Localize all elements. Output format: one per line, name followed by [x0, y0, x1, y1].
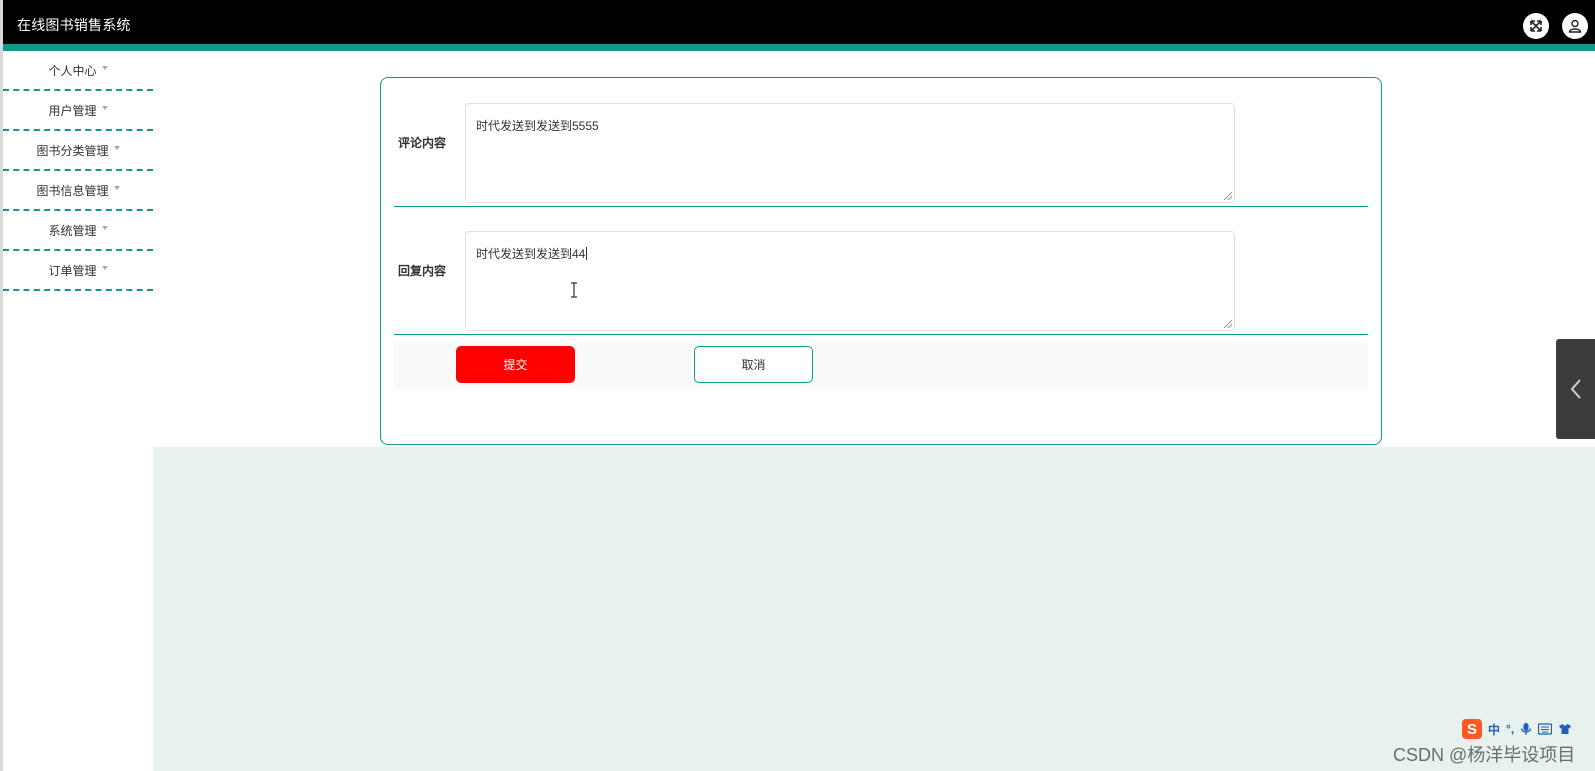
sidebar-item-personal-center[interactable]: 个人中心 [3, 51, 153, 91]
sidebar-item-label: 系统管理 [48, 223, 97, 238]
sidebar-item-label: 图书分类管理 [36, 143, 109, 158]
caret-down-icon [101, 66, 108, 70]
resize-handle-icon[interactable] [1224, 320, 1232, 328]
cancel-button[interactable]: 取消 [694, 346, 813, 383]
app-title: 在线图书销售系统 [17, 17, 131, 33]
reply-text: 时代发送到发送到44 [476, 247, 586, 261]
navbar-accent-stripe [3, 44, 1595, 51]
sidebar-item-user-management[interactable]: 用户管理 [3, 91, 153, 131]
caret-down-icon [113, 186, 120, 190]
sidebar-item-label: 个人中心 [48, 63, 97, 78]
text-caret [586, 247, 588, 260]
caret-down-icon [101, 266, 108, 270]
caret-down-icon [101, 226, 108, 230]
sidebar-item-label: 订单管理 [48, 263, 97, 278]
collapse-panel-toggle[interactable] [1556, 339, 1595, 439]
sidebar: 个人中心 用户管理 图书分类管理 图书信息管理 系统管理 订单管理 [3, 51, 153, 771]
top-navbar: 在线图书销售系统 [3, 0, 1595, 44]
punctuation-icon[interactable]: °, [1506, 722, 1514, 736]
caret-down-icon [113, 146, 120, 150]
skin-icon[interactable] [1558, 723, 1572, 735]
content-background [153, 447, 1595, 771]
ime-toolbar: S 中 °, [1462, 718, 1595, 740]
sidebar-item-order-management[interactable]: 订单管理 [3, 251, 153, 291]
sidebar-item-book-category-management[interactable]: 图书分类管理 [3, 131, 153, 171]
form-actions: 提交 取消 [394, 340, 1368, 390]
comment-label: 评论内容 [398, 135, 447, 150]
sogou-ime-logo[interactable]: S [1462, 719, 1482, 739]
reply-textarea[interactable]: 时代发送到发送到44 [465, 231, 1235, 331]
chevron-left-icon [1570, 379, 1581, 399]
resize-handle-icon[interactable] [1224, 192, 1232, 200]
i-beam-cursor-icon [571, 282, 577, 298]
sidebar-item-system-management[interactable]: 系统管理 [3, 211, 153, 251]
sidebar-item-label: 图书信息管理 [36, 183, 109, 198]
fullscreen-icon-glyph [1530, 20, 1542, 32]
reply-form-card: 评论内容 时代发送到发送到5555 回复内容 时代发送到发送到44 提交 取消 [380, 77, 1382, 445]
caret-down-icon [101, 106, 108, 110]
ime-mode-indicator[interactable]: 中 [1488, 721, 1500, 738]
sidebar-item-book-info-management[interactable]: 图书信息管理 [3, 171, 153, 211]
user-icon[interactable] [1562, 13, 1588, 39]
sidebar-item-label: 用户管理 [48, 103, 97, 118]
reply-label: 回复内容 [398, 263, 447, 278]
comment-row: 评论内容 时代发送到发送到5555 [394, 78, 1368, 207]
comment-textarea[interactable]: 时代发送到发送到5555 [465, 103, 1235, 203]
fullscreen-icon[interactable] [1523, 13, 1549, 39]
comment-text: 时代发送到发送到5555 [476, 119, 599, 133]
user-icon-glyph [1568, 19, 1582, 33]
reply-row: 回复内容 时代发送到发送到44 [394, 206, 1368, 335]
microphone-icon[interactable] [1520, 722, 1532, 736]
watermark: CSDN @杨洋毕设项目 [1393, 745, 1576, 765]
submit-button[interactable]: 提交 [456, 346, 575, 383]
keyboard-icon[interactable] [1538, 723, 1553, 735]
